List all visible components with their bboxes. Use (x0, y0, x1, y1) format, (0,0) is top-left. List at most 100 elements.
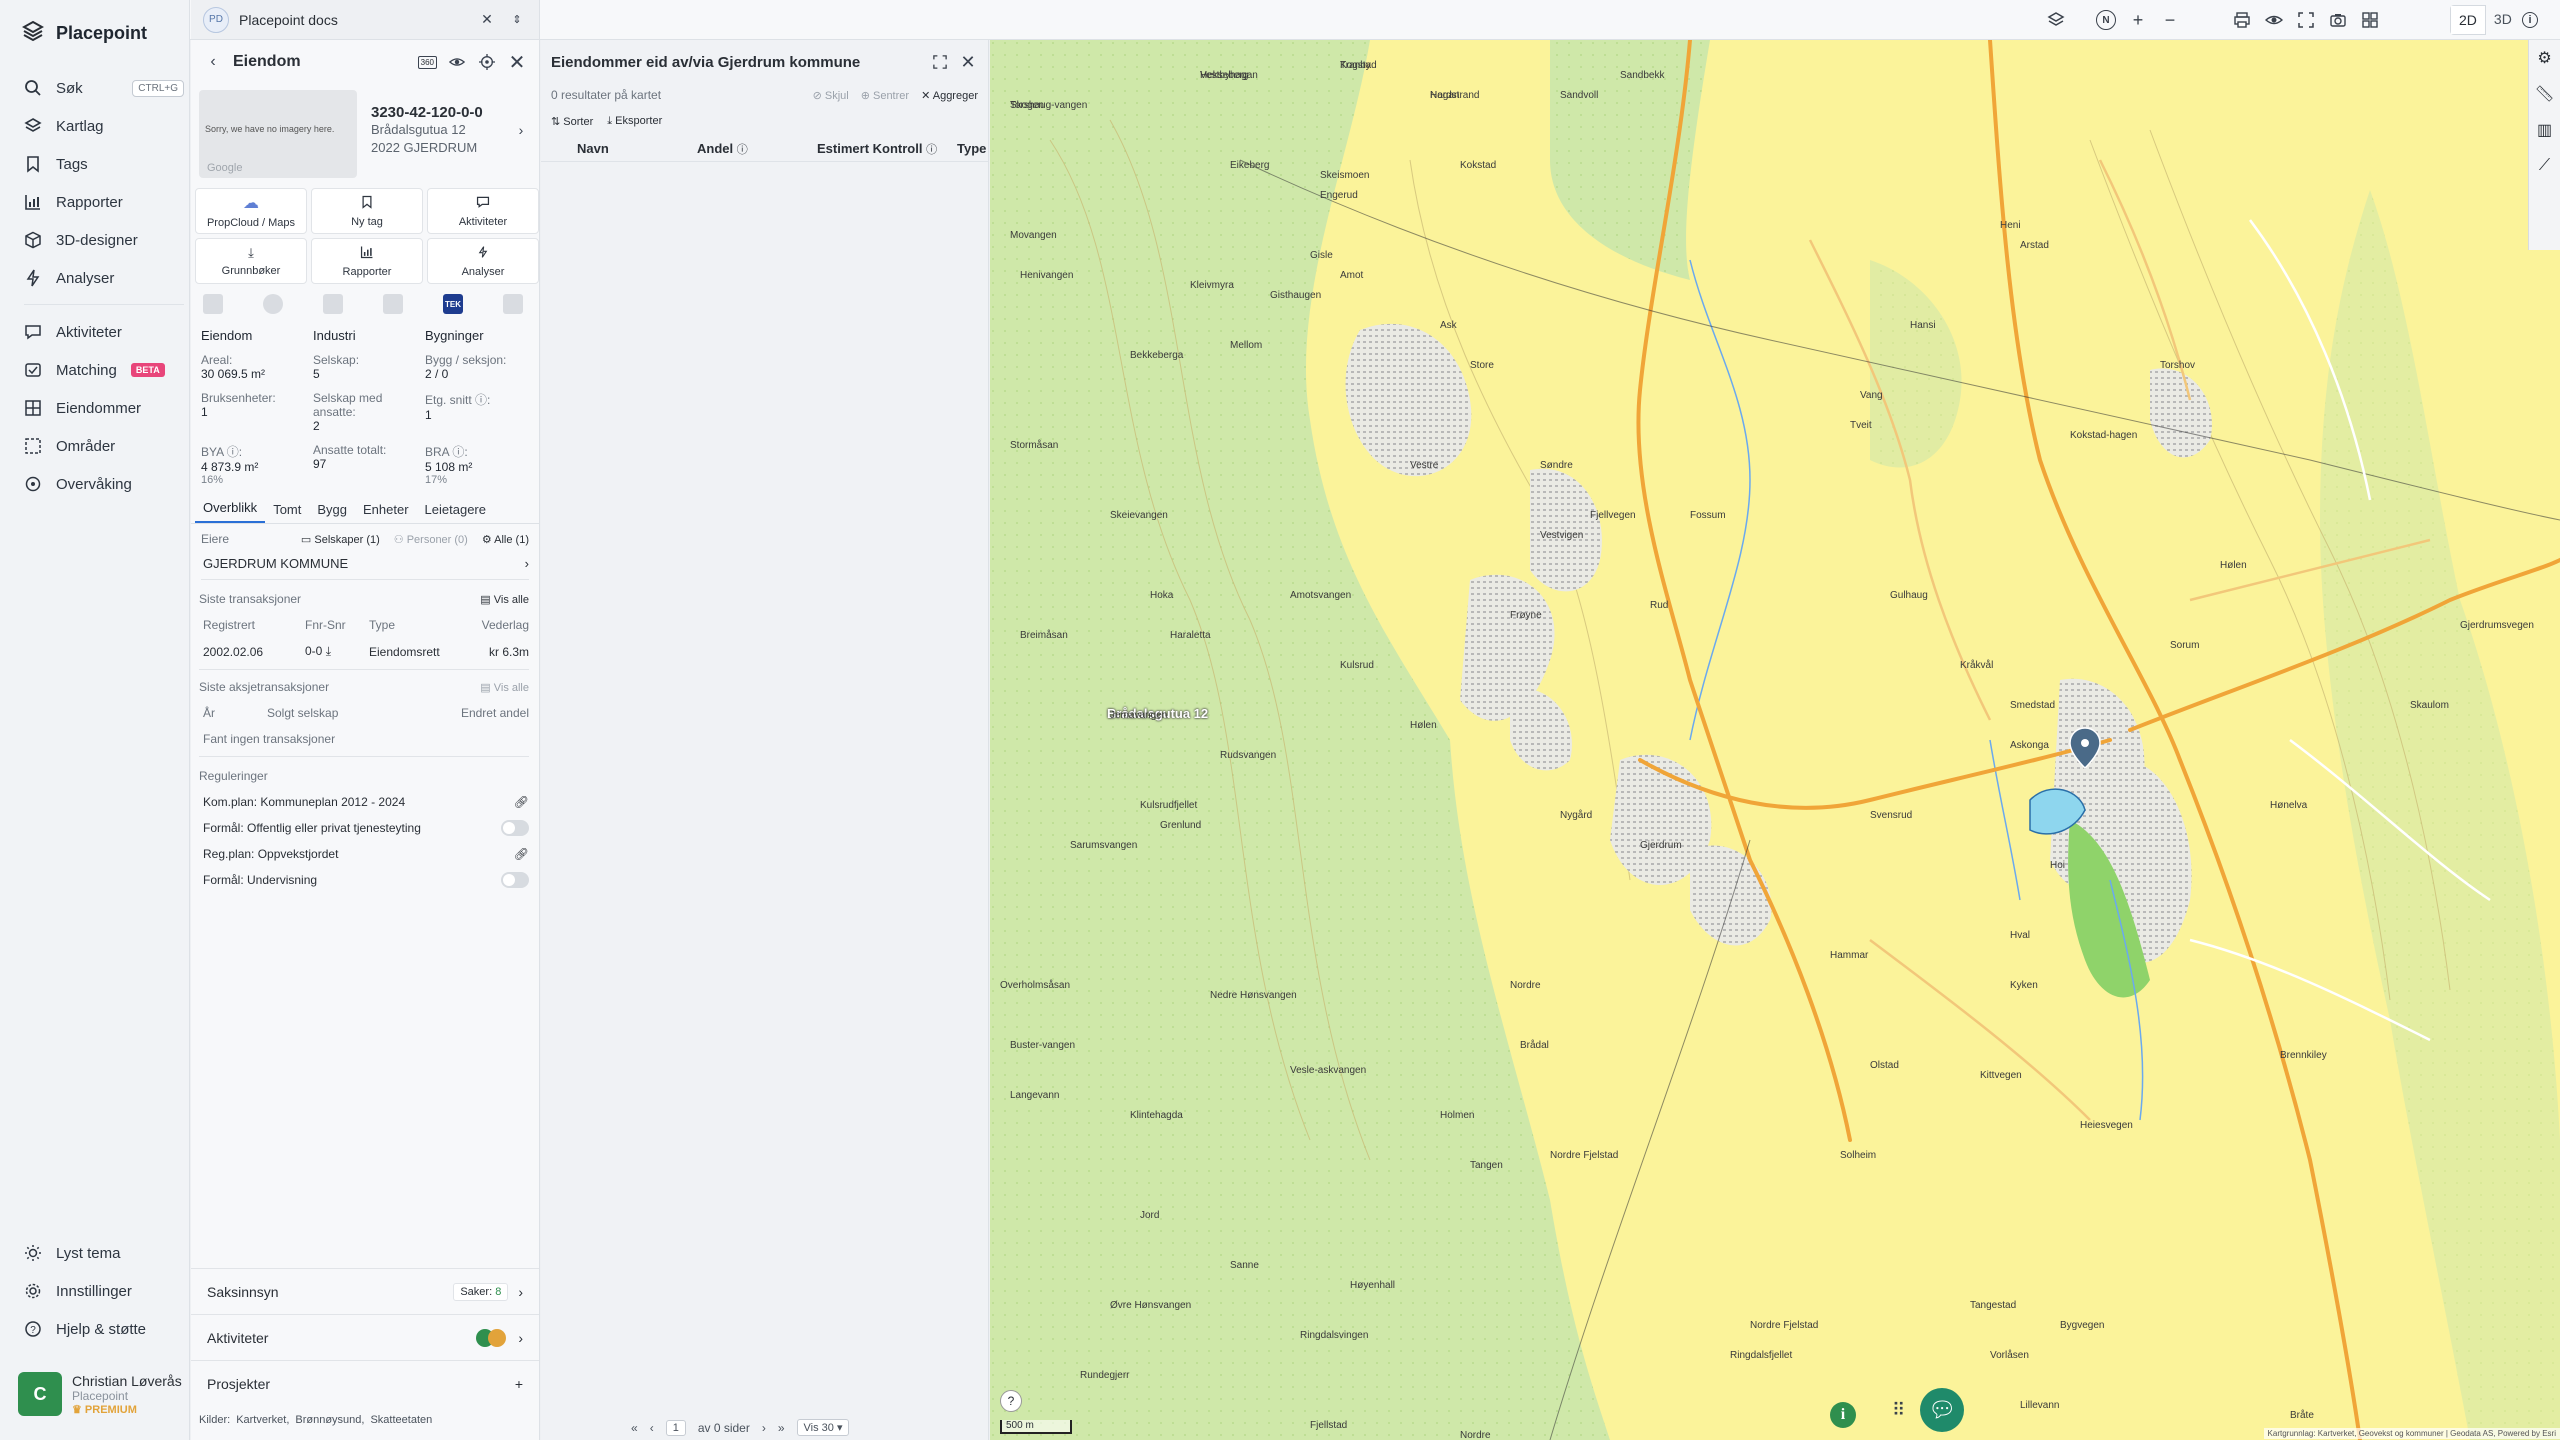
ruler-icon[interactable]: 📏︎ (2529, 76, 2560, 112)
globe-icon[interactable] (263, 294, 283, 314)
map-help-icon[interactable]: ? (1000, 1390, 1022, 1412)
zoom-in-icon[interactable]: + (2128, 10, 2148, 30)
export-button[interactable]: ⤓ Eksporter (607, 115, 662, 128)
nav-item-analyser[interactable]: Analyser (24, 264, 184, 292)
expand-icon[interactable] (930, 52, 950, 72)
nav-item-overvaking[interactable]: Overvåking (24, 470, 184, 498)
saksinnsyn-row[interactable]: Saksinnsyn Saker: 8 › (191, 1268, 539, 1314)
column-header[interactable]: Navn (577, 141, 697, 156)
source-link[interactable]: Skatteetaten (370, 1414, 432, 1426)
info-icon[interactable]: i (2522, 12, 2538, 28)
view360-icon[interactable]: 360 (417, 55, 437, 69)
nav-item-innstillinger[interactable]: Innstillinger (24, 1277, 184, 1305)
basemap-grid-icon[interactable] (2360, 10, 2380, 30)
map-settings-icon[interactable]: ⚙ (2529, 40, 2560, 76)
nav-item-tags[interactable]: Tags (24, 150, 184, 178)
propcloud-button[interactable]: ☁ PropCloud / Maps (195, 188, 307, 234)
map-canvas[interactable]: Brådalsgutua 12 Torshaug-vangen Vestbyhag… (990, 40, 2560, 1440)
nav-item-3d-designer[interactable]: 3D-designer (24, 226, 184, 254)
plus-icon[interactable]: + (515, 1376, 523, 1392)
eye-icon[interactable] (2264, 10, 2284, 30)
tab-tomt[interactable]: Tomt (265, 502, 309, 523)
nav-item-omrader[interactable]: Områder (24, 432, 184, 460)
nav-item-hjelp[interactable]: ? Hjelp & støtte (24, 1315, 184, 1343)
chevron-right-icon[interactable]: › (511, 120, 531, 140)
owner-row[interactable]: GJERDRUM KOMMUNE › (201, 556, 529, 580)
brand[interactable]: Placepoint (21, 20, 147, 47)
regulation-item[interactable]: Kom.plan: Kommuneplan 2012 - 2024 🔗︎ (199, 795, 529, 809)
layers-stack-icon[interactable] (2046, 10, 2066, 30)
new-tag-button[interactable]: Ny tag (311, 188, 423, 234)
camera-icon[interactable] (2328, 10, 2348, 30)
profile-icon[interactable]: ⟋ (2529, 148, 2560, 184)
tab-bygg[interactable]: Bygg (309, 502, 355, 523)
activities-button[interactable]: Aktiviteter (427, 188, 539, 234)
nav-item-kartlag[interactable]: Kartlag (24, 112, 184, 140)
nav-item-eiendommer[interactable]: Eiendommer (24, 394, 184, 422)
zoom-out-icon[interactable]: − (2160, 10, 2180, 30)
drag-handle-icon[interactable]: ⠿ (1892, 1400, 1905, 1421)
first-page-icon[interactable]: « (631, 1421, 638, 1435)
industry-icon[interactable] (323, 294, 343, 314)
back-arrow-icon[interactable]: ‹ (203, 52, 223, 72)
sort-button[interactable]: ⇅ Sorter (551, 115, 593, 128)
bar-chart-icon[interactable] (383, 294, 403, 314)
reports-button[interactable]: Rapporter (311, 238, 423, 284)
nav-item-rapporter[interactable]: Rapporter (24, 188, 184, 216)
column-header[interactable]: Andel ⓘ (697, 141, 817, 157)
filter-all[interactable]: ⚙ Alle (1) (482, 533, 529, 546)
eye-icon[interactable] (447, 52, 467, 72)
tab-overblikk[interactable]: Overblikk (195, 500, 266, 523)
hide-button[interactable]: ⊘ Skjul (813, 89, 849, 102)
regulation-toggle[interactable] (501, 820, 529, 836)
mode-2d-button[interactable]: 2D (2450, 5, 2486, 35)
next-page-icon[interactable]: › (762, 1421, 766, 1435)
download-icon[interactable]: ⤓ (326, 644, 331, 658)
close-icon[interactable]: ✕ (477, 10, 497, 30)
aggregate-button[interactable]: ✕ Aggreger (921, 89, 978, 102)
center-button[interactable]: ⊕ Sentrer (861, 89, 909, 102)
nav-item-matching[interactable]: Matching BETA (24, 356, 184, 384)
property-summary[interactable]: Sorry, we have no imagery here. Google 3… (191, 84, 539, 178)
compass-icon[interactable]: N (2096, 10, 2116, 30)
chart-icon[interactable]: ▥ (2529, 112, 2560, 148)
column-header[interactable]: Type (957, 141, 986, 156)
home-icon[interactable] (503, 294, 523, 314)
nav-item-aktiviteter[interactable]: Aktiviteter (24, 318, 184, 346)
print-icon[interactable] (2232, 10, 2252, 30)
nav-item-lyst-tema[interactable]: Lyst tema (24, 1239, 184, 1267)
regulation-item[interactable]: Reg.plan: Oppvekstjordet 🔗︎ (199, 847, 529, 861)
target-icon[interactable] (477, 52, 497, 72)
nav-item-search[interactable]: Søk CTRL+G (24, 74, 184, 102)
expand-collapse-icon[interactable]: ⇕ (507, 10, 527, 30)
regulation-toggle[interactable] (501, 872, 529, 888)
analyses-button[interactable]: Analyser (427, 238, 539, 284)
table-row[interactable]: 2002.02.06 0-0 ⤓ Eiendomsrett kr 6.3m (199, 644, 529, 670)
tab-enheter[interactable]: Enheter (355, 502, 417, 523)
info-fab[interactable]: i (1830, 1402, 1856, 1428)
prev-page-icon[interactable]: ‹ (650, 1421, 654, 1435)
link-icon[interactable]: 🔗︎ (514, 795, 529, 809)
building-register-icon[interactable] (203, 294, 223, 314)
column-header[interactable]: Estimert Kontroll ⓘ (817, 141, 957, 157)
close-icon[interactable]: ✕ (958, 52, 978, 72)
show-all-link[interactable]: ▤ Vis alle (480, 593, 529, 606)
filter-companies[interactable]: ▭ Selskaper (1) (301, 533, 380, 546)
workspace-tab[interactable]: PD Placepoint docs ✕ ⇕ (191, 0, 539, 40)
source-link[interactable]: Kartverket, (236, 1414, 289, 1426)
show-all-link[interactable]: ▤ Vis alle (480, 681, 529, 694)
page-input[interactable]: 1 (665, 1419, 686, 1436)
close-icon[interactable]: ✕ (507, 52, 527, 74)
last-page-icon[interactable]: » (778, 1421, 785, 1435)
tab-leietagere[interactable]: Leietagere (417, 502, 494, 523)
tek-icon[interactable]: TEK (443, 294, 463, 314)
prosjekter-row[interactable]: Prosjekter + (191, 1360, 539, 1406)
mode-3d-button[interactable]: 3D (2486, 5, 2520, 35)
chat-support-button[interactable]: 💬︎ (1920, 1388, 1964, 1432)
grunnboker-button[interactable]: ⤓ Grunnbøker (195, 238, 307, 284)
aktiviteter-row[interactable]: Aktiviteter › (191, 1314, 539, 1360)
fullscreen-icon[interactable] (2296, 10, 2316, 30)
user-profile[interactable]: C Christian Løverås Placepoint ♛ PREMIUM (18, 1372, 182, 1416)
link-icon[interactable]: 🔗︎ (514, 847, 529, 861)
filter-persons[interactable]: ⚇ Personer (0) (394, 533, 468, 546)
